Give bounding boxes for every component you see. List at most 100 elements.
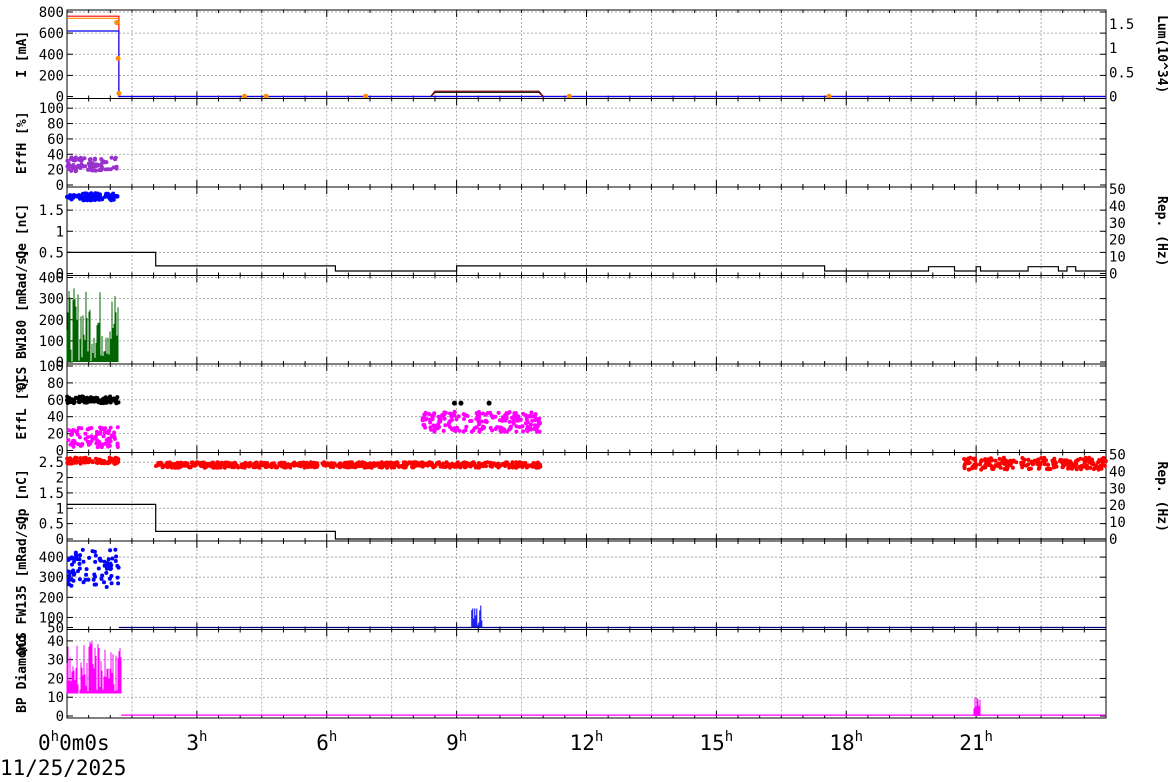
series-qp-2-point bbox=[1008, 458, 1013, 463]
series-effL-2-point bbox=[427, 417, 432, 422]
series-qp-1-point bbox=[241, 463, 246, 468]
series-effL-2-point bbox=[512, 411, 517, 416]
series-qp-1-point bbox=[181, 462, 186, 467]
series-effL-2-point bbox=[511, 421, 516, 426]
series-qp-0-point bbox=[93, 456, 98, 461]
series-qp-1-point bbox=[357, 460, 361, 465]
series-effL-2-point bbox=[443, 423, 448, 428]
series-qp-2-point bbox=[997, 456, 1002, 461]
series-effL-2-point bbox=[525, 424, 530, 429]
series-qp-2-point bbox=[972, 462, 977, 467]
series-qp-2-point bbox=[1008, 463, 1013, 468]
series-qp-0-point bbox=[78, 456, 83, 461]
series-qe-0-point bbox=[65, 194, 69, 199]
series-qp-1-point bbox=[431, 465, 436, 470]
series-effL-1-point bbox=[83, 431, 88, 436]
series-qp-1-point bbox=[253, 464, 258, 469]
series-qp-0-point bbox=[90, 459, 95, 464]
series-effL-3-point bbox=[486, 400, 492, 406]
y-tick-label: 20 bbox=[47, 671, 64, 687]
series-effL-1-point bbox=[115, 441, 120, 446]
series-qp-2-point bbox=[1001, 455, 1006, 460]
series-qp-2-point bbox=[1029, 460, 1034, 465]
series-effL-2-point bbox=[437, 419, 442, 424]
series-qp-2-point bbox=[979, 467, 984, 472]
series-qp-2-point bbox=[990, 466, 995, 471]
series-qp-1-point bbox=[216, 465, 220, 470]
panel-current bbox=[66, 9, 1107, 99]
x-tick-label: 18h bbox=[829, 729, 863, 755]
series-qcs_fw135-0-point bbox=[81, 559, 86, 564]
series-qp-1-point bbox=[259, 460, 264, 465]
series-qcs_fw135-0-point bbox=[83, 577, 88, 582]
y-axis-label: EffL [%] bbox=[15, 377, 30, 440]
y-tick-label: 600 bbox=[39, 26, 64, 42]
series-qp-1-point bbox=[447, 462, 452, 467]
series-qcs_fw135-0-point bbox=[77, 577, 82, 582]
series-qp-1-point bbox=[411, 462, 416, 466]
y-tick-label: 0 bbox=[56, 709, 64, 725]
series-qp-2-point bbox=[1086, 458, 1091, 462]
right-tick-label: 0 bbox=[1109, 532, 1117, 548]
series-effL-2-point bbox=[457, 428, 462, 433]
series-qcs_fw135-0-point bbox=[93, 559, 98, 564]
series-effL-0-point bbox=[115, 395, 120, 400]
series-qcs_fw135-0-point bbox=[108, 548, 113, 553]
right-tick-label: 40 bbox=[1109, 464, 1126, 480]
series-qp-1-point bbox=[169, 465, 174, 470]
series-qp-0-point bbox=[83, 458, 88, 463]
series-qcs_fw135-0-point bbox=[77, 566, 82, 571]
series-effL-2-point bbox=[422, 413, 427, 418]
series-qp-1-point bbox=[302, 465, 307, 470]
series-qp-1-point bbox=[163, 463, 168, 468]
series-qp-1-point bbox=[203, 461, 208, 466]
series-current-3-point bbox=[116, 90, 122, 96]
series-qp-1-point bbox=[510, 460, 515, 465]
series-qcs_fw135-0-point bbox=[109, 574, 114, 578]
series-qp-2-point bbox=[982, 464, 987, 469]
series-effH-0-point bbox=[106, 167, 111, 172]
series-qcs_fw135-0-point bbox=[91, 577, 96, 582]
series-qcs_fw135-0-point bbox=[73, 550, 78, 555]
y-tick-label: 1 bbox=[56, 501, 64, 517]
series-qp-2-point bbox=[1021, 463, 1026, 468]
series-effL-2-point bbox=[485, 411, 490, 415]
series-qp-2-point bbox=[1046, 462, 1051, 467]
series-qp-1-point bbox=[397, 464, 401, 469]
right-axis-label: Rep. (Hz) bbox=[1154, 196, 1169, 266]
series-effL-1-point bbox=[66, 438, 71, 443]
series-qp-1-point bbox=[315, 461, 319, 466]
series-qp-1-point bbox=[212, 464, 217, 469]
y-tick-label: 20 bbox=[47, 427, 64, 443]
right-tick-label: 30 bbox=[1109, 216, 1126, 232]
series-qe-0-point bbox=[107, 194, 112, 198]
series-effL-3-point bbox=[458, 400, 464, 406]
series-qcs_fw135-0-point bbox=[109, 581, 114, 586]
y-tick-label: 800 bbox=[39, 5, 64, 21]
y-tick-label: 40 bbox=[47, 410, 64, 426]
series-qcs_fw135-0-point bbox=[115, 575, 120, 580]
right-tick-label: 0.5 bbox=[1109, 65, 1134, 81]
y-tick-label: 100 bbox=[39, 334, 64, 350]
series-effL-2-point bbox=[463, 428, 468, 433]
series-effL-2-point bbox=[441, 428, 446, 433]
series-effH-0-point bbox=[88, 159, 93, 163]
series-qp-1-point bbox=[219, 460, 224, 465]
series-qcs_fw135-0-point bbox=[106, 557, 111, 562]
series-qcs_fw135-0-point bbox=[77, 561, 82, 566]
series-qcs_fw135-0-point bbox=[108, 561, 113, 566]
y-tick-label: 2 bbox=[56, 471, 64, 487]
y-tick-label: 200 bbox=[39, 590, 64, 606]
series-qp-2-point bbox=[1102, 463, 1107, 468]
series-qp-2-point bbox=[993, 458, 998, 463]
series-qp-1-point bbox=[376, 461, 381, 466]
series-qcs_fw135-0-point bbox=[93, 553, 98, 558]
series-effH-0-point bbox=[69, 168, 74, 173]
series-qp-2-point bbox=[1091, 467, 1096, 472]
y-tick-label: 20 bbox=[47, 163, 64, 179]
series-qp-1-point bbox=[384, 462, 389, 467]
series-effL-2-point bbox=[507, 419, 512, 424]
series-qp-1-point bbox=[248, 460, 252, 465]
series-qp-1-point bbox=[458, 465, 463, 470]
series-qcs_fw135-0-point bbox=[94, 582, 98, 587]
